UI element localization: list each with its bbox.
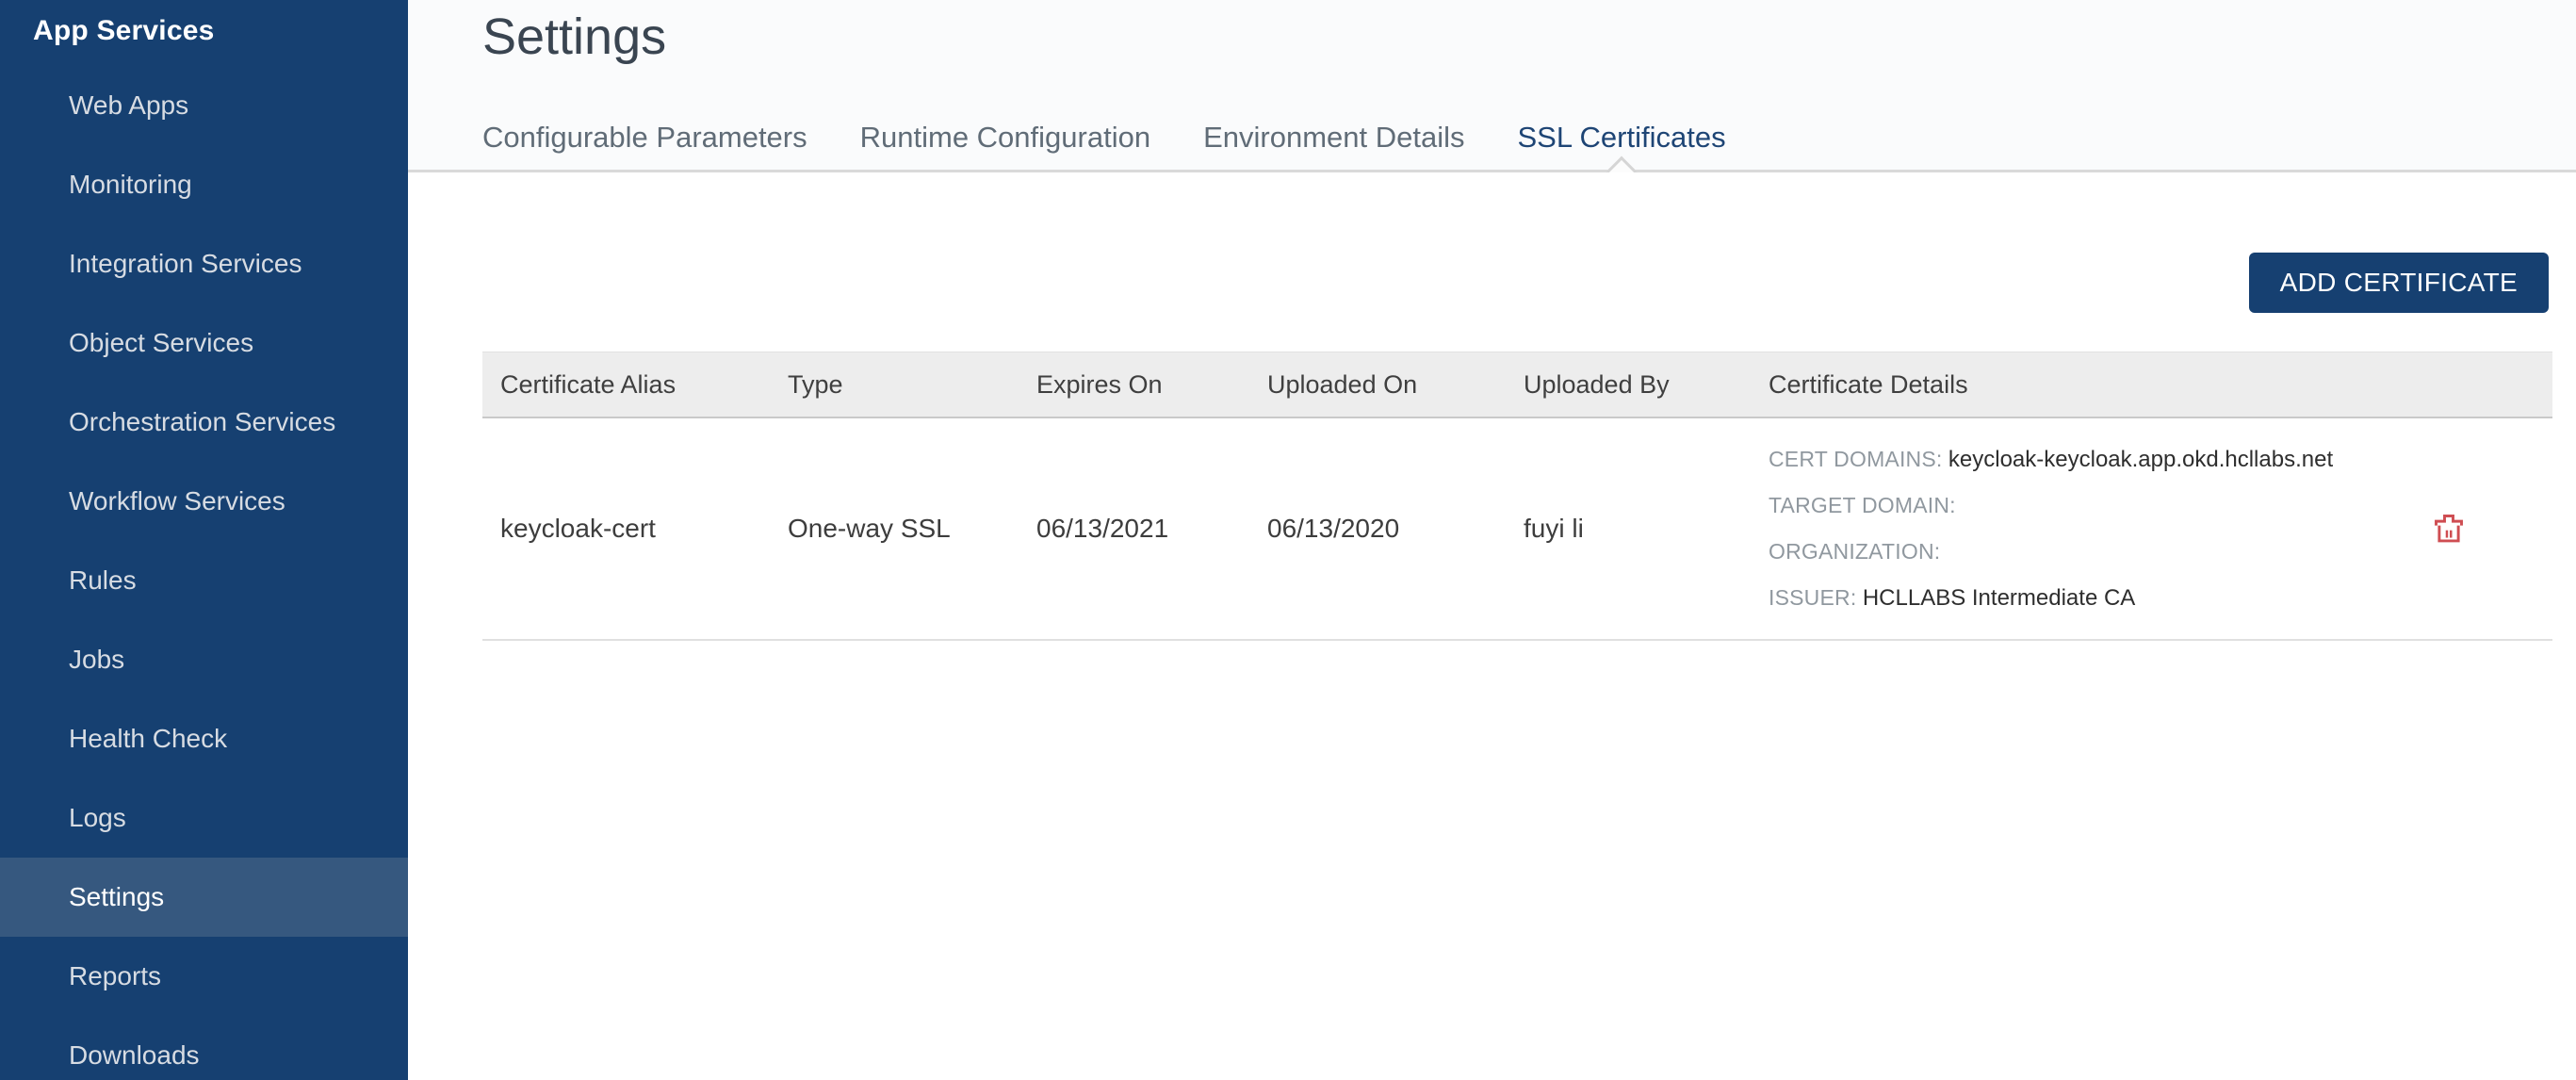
sidebar-item-settings[interactable]: Settings: [0, 858, 408, 937]
column-header-uploaded-on: Uploaded On: [1249, 370, 1506, 400]
cell-certificate-details: CERT DOMAINS: keycloak-keycloak.app.okd.…: [1751, 436, 2345, 621]
sidebar-item-logs[interactable]: Logs: [0, 778, 408, 858]
sidebar-item-jobs[interactable]: Jobs: [0, 620, 408, 699]
detail-cert-domains: CERT DOMAINS: keycloak-keycloak.app.okd.…: [1769, 436, 2345, 483]
table-header-row: Certificate Alias Type Expires On Upload…: [482, 352, 2552, 418]
sidebar-item-health-check[interactable]: Health Check: [0, 699, 408, 778]
cell-actions: [2345, 512, 2552, 546]
add-certificate-button[interactable]: ADD CERTIFICATE: [2249, 253, 2549, 313]
table-row: keycloak-cert One-way SSL 06/13/2021 06/…: [482, 418, 2552, 641]
cell-uploaded-on: 06/13/2020: [1249, 514, 1506, 544]
detail-cert-domains-label: CERT DOMAINS:: [1769, 447, 1943, 471]
sidebar-item-workflow-services[interactable]: Workflow Services: [0, 462, 408, 541]
column-header-expires-on: Expires On: [1019, 370, 1249, 400]
sidebar-item-reports[interactable]: Reports: [0, 937, 408, 1016]
sidebar-item-rules[interactable]: Rules: [0, 541, 408, 620]
detail-target-domain: TARGET DOMAIN:: [1769, 483, 2345, 529]
tab-ssl-certificates-label: SSL Certificates: [1517, 121, 1725, 155]
detail-organization: ORGANIZATION:: [1769, 529, 2345, 575]
detail-organization-label: ORGANIZATION:: [1769, 539, 1940, 564]
sidebar-header: App Services: [0, 0, 408, 47]
cell-type: One-way SSL: [770, 514, 1019, 544]
certificates-table: Certificate Alias Type Expires On Upload…: [482, 352, 2552, 641]
column-header-certificate-details: Certificate Details: [1751, 370, 2552, 400]
tab-runtime-configuration[interactable]: Runtime Configuration: [860, 106, 1150, 170]
tab-environment-details[interactable]: Environment Details: [1203, 106, 1464, 170]
detail-issuer-label: ISSUER:: [1769, 585, 1856, 610]
sidebar-nav: Web Apps Monitoring Integration Services…: [0, 66, 408, 1080]
detail-cert-domains-value: keycloak-keycloak.app.okd.hcllabs.net: [1948, 447, 2333, 472]
cell-uploaded-by: fuyi li: [1506, 514, 1751, 544]
column-header-uploaded-by: Uploaded By: [1506, 370, 1751, 400]
sidebar: App Services Web Apps Monitoring Integra…: [0, 0, 408, 1080]
sidebar-item-monitoring[interactable]: Monitoring: [0, 145, 408, 224]
sidebar-item-web-apps[interactable]: Web Apps: [0, 66, 408, 145]
column-header-certificate-alias: Certificate Alias: [482, 370, 770, 400]
tab-ssl-certificates[interactable]: SSL Certificates: [1517, 106, 1725, 170]
tab-configurable-parameters[interactable]: Configurable Parameters: [482, 106, 807, 170]
sidebar-item-orchestration-services[interactable]: Orchestration Services: [0, 383, 408, 462]
page-header: Settings Configurable Parameters Runtime…: [408, 0, 2576, 172]
delete-certificate-button[interactable]: [2432, 512, 2466, 546]
sidebar-item-object-services[interactable]: Object Services: [0, 303, 408, 383]
sidebar-item-downloads[interactable]: Downloads: [0, 1016, 408, 1080]
detail-issuer: ISSUER: HCLLABS Intermediate CA: [1769, 575, 2345, 621]
page-title: Settings: [482, 0, 2576, 66]
detail-target-domain-label: TARGET DOMAIN:: [1769, 493, 1956, 517]
cell-certificate-alias: keycloak-cert: [482, 514, 770, 544]
cell-expires-on: 06/13/2021: [1019, 514, 1249, 544]
sidebar-item-integration-services[interactable]: Integration Services: [0, 224, 408, 303]
detail-issuer-value: HCLLABS Intermediate CA: [1863, 585, 2135, 611]
main-area: Settings Configurable Parameters Runtime…: [408, 0, 2576, 1080]
column-header-type: Type: [770, 370, 1019, 400]
settings-tabs: Configurable Parameters Runtime Configur…: [482, 106, 1726, 170]
app-window: App Services Web Apps Monitoring Integra…: [0, 0, 2576, 1080]
trash-icon[interactable]: [2432, 512, 2466, 546]
ssl-certificates-panel: ADD CERTIFICATE Certificate Alias Type E…: [408, 172, 2576, 1080]
